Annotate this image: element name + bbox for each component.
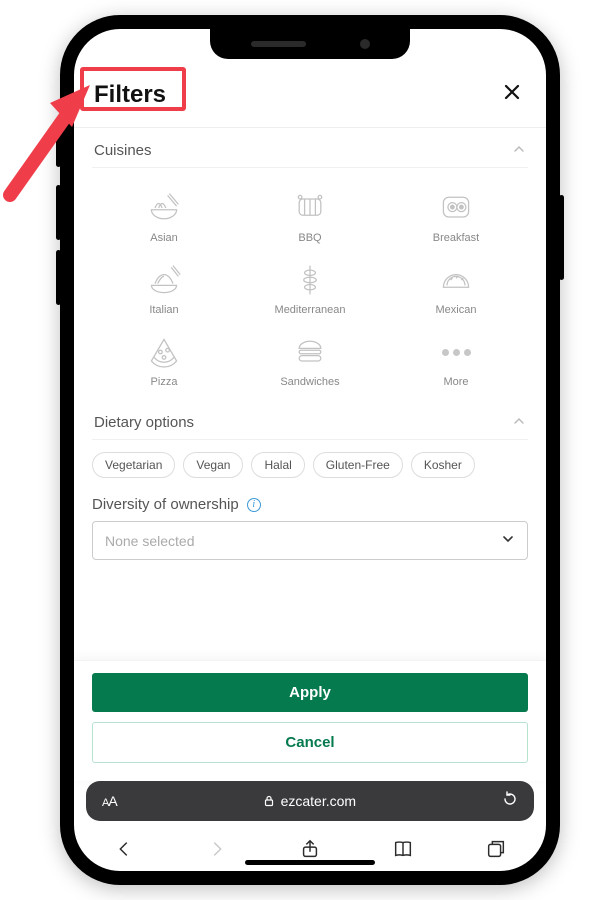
cuisine-label: Pizza <box>151 376 178 388</box>
cuisines-label: Cuisines <box>94 142 152 159</box>
diversity-select[interactable]: None selected <box>92 521 528 560</box>
back-button[interactable] <box>106 838 142 860</box>
apply-button[interactable]: Apply <box>92 673 528 712</box>
pill-vegetarian[interactable]: Vegetarian <box>92 452 175 478</box>
burger-icon <box>290 332 330 372</box>
cuisine-label: Mediterranean <box>275 304 346 316</box>
text-size-icon[interactable]: AA <box>102 793 117 809</box>
ribs-icon <box>290 188 330 228</box>
url-text: ezcater.com <box>281 793 356 809</box>
egg-icon <box>436 188 476 228</box>
cuisine-label: Mexican <box>436 304 477 316</box>
tabs-button[interactable] <box>478 838 514 860</box>
cuisine-label: Sandwiches <box>280 376 339 388</box>
pizza-icon <box>144 332 184 372</box>
pill-kosher[interactable]: Kosher <box>411 452 475 478</box>
share-button[interactable] <box>292 838 328 860</box>
home-indicator[interactable] <box>245 860 375 865</box>
lock-icon <box>263 795 275 807</box>
bowl-icon <box>144 188 184 228</box>
pill-gluten-free[interactable]: Gluten-Free <box>313 452 403 478</box>
diversity-label: Diversity of ownership <box>92 496 239 513</box>
cuisine-sandwiches[interactable]: Sandwiches <box>240 326 380 394</box>
cuisines-section-header[interactable]: Cuisines <box>92 128 528 168</box>
filters-content: Cuisines Asian BBQ <box>74 128 546 660</box>
reload-icon[interactable] <box>502 791 518 812</box>
phone-frame: Filters Cuisines Asian <box>60 15 560 885</box>
diversity-placeholder: None selected <box>105 533 195 549</box>
pasta-icon <box>144 260 184 300</box>
chevron-down-icon <box>501 532 515 549</box>
url-display: ezcater.com <box>263 793 356 809</box>
forward-button[interactable] <box>199 838 235 860</box>
pill-vegan[interactable]: Vegan <box>183 452 243 478</box>
cancel-button[interactable]: Cancel <box>92 722 528 763</box>
dietary-section-header[interactable]: Dietary options <box>92 400 528 440</box>
cuisine-label: More <box>443 376 468 388</box>
close-button[interactable] <box>498 77 526 113</box>
dietary-label: Dietary options <box>94 414 194 431</box>
cuisine-label: Italian <box>149 304 178 316</box>
page-title: Filters <box>94 81 166 109</box>
browser-url-bar[interactable]: AA ezcater.com <box>86 781 534 821</box>
kebab-icon <box>290 260 330 300</box>
cuisine-asian[interactable]: Asian <box>94 182 234 250</box>
cuisine-more[interactable]: More <box>386 326 526 394</box>
info-icon[interactable]: i <box>247 498 261 512</box>
button-bar: Apply Cancel <box>74 660 546 781</box>
phone-notch <box>210 29 410 59</box>
cuisine-mediterranean[interactable]: Mediterranean <box>240 254 380 322</box>
cuisine-pizza[interactable]: Pizza <box>94 326 234 394</box>
cuisine-label: Breakfast <box>433 232 479 244</box>
chevron-up-icon <box>512 142 526 159</box>
cuisine-italian[interactable]: Italian <box>94 254 234 322</box>
cuisine-grid: Asian BBQ Breakfast <box>92 168 528 400</box>
cuisine-label: BBQ <box>298 232 321 244</box>
phone-power-button <box>559 195 564 280</box>
cuisine-mexican[interactable]: Mexican <box>386 254 526 322</box>
cuisine-breakfast[interactable]: Breakfast <box>386 182 526 250</box>
taco-icon <box>436 260 476 300</box>
pill-halal[interactable]: Halal <box>251 452 304 478</box>
diversity-section-header: Diversity of ownership i <box>92 488 528 521</box>
dietary-pills: Vegetarian Vegan Halal Gluten-Free Koshe… <box>92 440 528 488</box>
cuisine-label: Asian <box>150 232 178 244</box>
phone-screen: Filters Cuisines Asian <box>74 29 546 871</box>
phone-volume-down <box>56 250 61 305</box>
annotation-arrow-icon <box>0 85 95 205</box>
chevron-up-icon <box>512 414 526 431</box>
bookmarks-button[interactable] <box>385 838 421 860</box>
cuisine-bbq[interactable]: BBQ <box>240 182 380 250</box>
more-icon <box>436 332 476 372</box>
